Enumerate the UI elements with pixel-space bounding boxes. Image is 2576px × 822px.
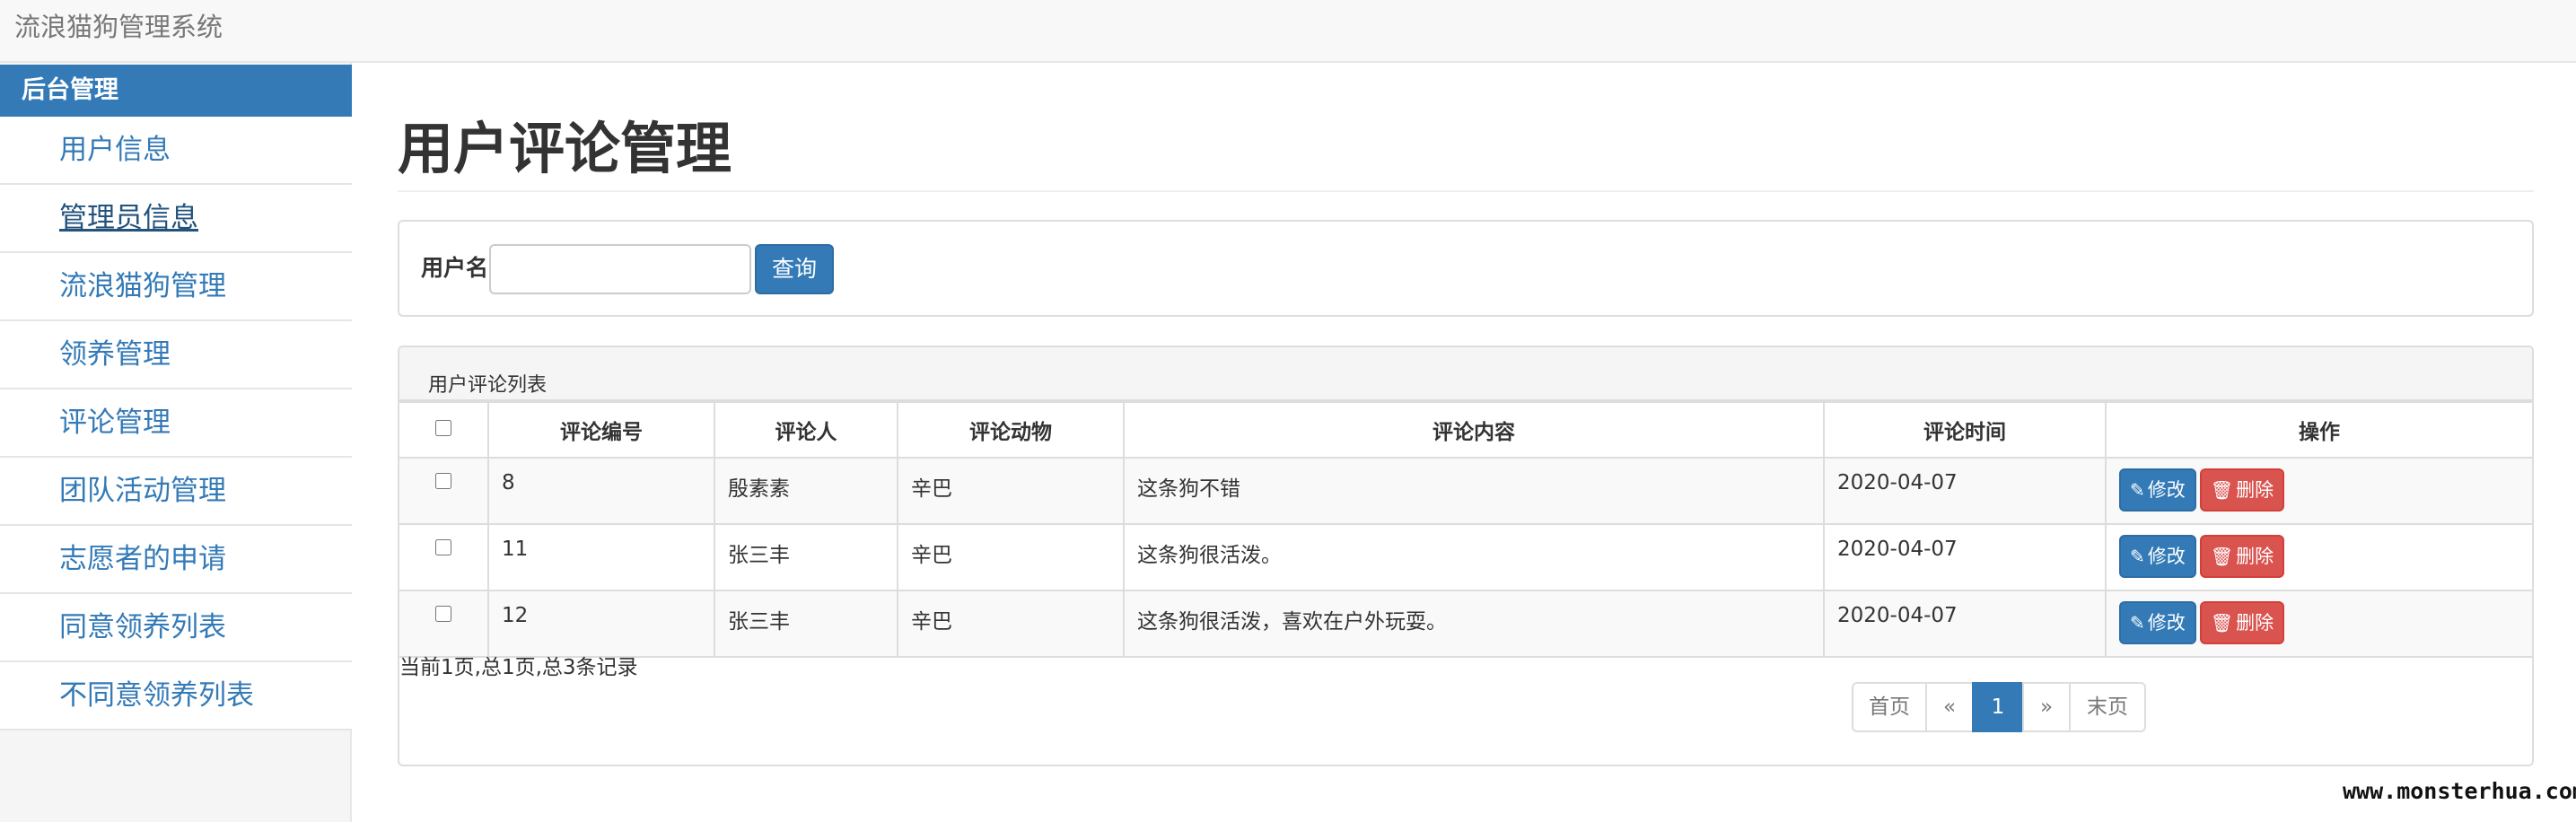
row-select-cell (399, 457, 489, 525)
sidebar-menu: 用户信息 管理员信息 流浪猫狗管理 领养管理 评论管理 团队活动管理 志愿者的申… (0, 117, 352, 730)
trash-icon: 🗑 (2210, 479, 2234, 501)
edit-label: 修改 (2147, 479, 2186, 501)
sidebar-item-rejected-adoptions[interactable]: 不同意领养列表 (0, 662, 352, 730)
page-title: 用户评论管理 (398, 116, 732, 181)
records-summary: 当前1页,总1页,总3条记录 (399, 656, 638, 679)
top-navbar: 流浪猫狗管理系统 (0, 0, 2576, 63)
sidebar-item-adoption[interactable]: 领养管理 (0, 321, 352, 389)
edit-label: 修改 (2147, 612, 2186, 634)
row-checkbox[interactable] (435, 539, 451, 555)
pencil-icon: ✎ (2130, 546, 2145, 567)
sidebar: 后台管理 用户信息 管理员信息 流浪猫狗管理 领养管理 评论管理 团队活动管理 … (0, 63, 352, 822)
delete-label: 删除 (2236, 612, 2274, 634)
pagination-last[interactable]: 末页 (2069, 682, 2146, 732)
pencil-icon: ✎ (2130, 479, 2145, 501)
cell-id: 8 (487, 457, 715, 525)
delete-button[interactable]: 🗑 删除 (2199, 535, 2285, 578)
cell-actions: ✎ 修改 🗑 删除 (2105, 590, 2532, 658)
cell-id: 12 (487, 590, 715, 658)
select-all-header (399, 401, 489, 459)
cell-animal: 辛巴 (897, 590, 1125, 658)
column-header-user[interactable]: 评论人 (714, 401, 898, 459)
cell-content: 这条狗很活泼，喜欢在户外玩耍。 (1123, 590, 1825, 658)
username-label: 用户名 (421, 255, 489, 281)
delete-button[interactable]: 🗑 删除 (2199, 601, 2285, 644)
edit-button[interactable]: ✎ 修改 (2119, 535, 2196, 578)
delete-label: 删除 (2236, 546, 2274, 567)
column-header-content[interactable]: 评论内容 (1123, 401, 1825, 459)
query-button[interactable]: 查询 (755, 244, 834, 294)
cell-animal: 辛巴 (897, 457, 1125, 525)
panel-heading: 用户评论列表 (399, 347, 2532, 401)
trash-icon: 🗑 (2210, 612, 2234, 634)
search-panel: 用户名 查询 (398, 220, 2534, 317)
cell-user: 张三丰 (714, 523, 898, 591)
edit-button[interactable]: ✎ 修改 (2119, 468, 2196, 512)
pagination-current-page[interactable]: 1 (1972, 682, 2024, 732)
sidebar-item-approved-adoptions[interactable]: 同意领养列表 (0, 594, 352, 662)
comment-table: 评论编号 评论人 评论动物 评论内容 评论时间 操作 8 殷素素 辛巴 这条狗不… (399, 401, 2532, 658)
sidebar-item-user-info[interactable]: 用户信息 (0, 117, 352, 185)
cell-content: 这条狗不错 (1123, 457, 1825, 525)
row-checkbox[interactable] (435, 606, 451, 622)
cell-time: 2020-04-07 (1823, 523, 2107, 591)
column-header-time[interactable]: 评论时间 (1823, 401, 2107, 459)
cell-id: 11 (487, 523, 715, 591)
app-brand[interactable]: 流浪猫狗管理系统 (14, 9, 223, 45)
comment-list-panel: 用户评论列表 评论编号 评论人 评论动物 评论内容 评论时间 操作 8 殷素素 … (398, 345, 2534, 766)
edit-label: 修改 (2147, 546, 2186, 567)
sidebar-item-comments[interactable]: 评论管理 (0, 389, 352, 458)
sidebar-heading: 后台管理 (0, 65, 352, 117)
row-select-cell (399, 523, 489, 591)
pagination-next[interactable]: » (2022, 682, 2071, 732)
cell-animal: 辛巴 (897, 523, 1125, 591)
table-header-row: 评论编号 评论人 评论动物 评论内容 评论时间 操作 (399, 401, 2532, 459)
username-search-input[interactable] (489, 244, 751, 294)
cell-actions: ✎ 修改 🗑 删除 (2105, 523, 2532, 591)
panel-title: 用户评论列表 (428, 374, 548, 397)
delete-button[interactable]: 🗑 删除 (2199, 468, 2285, 512)
cell-content: 这条狗很活泼。 (1123, 523, 1825, 591)
sidebar-item-admin-info[interactable]: 管理员信息 (0, 185, 352, 253)
column-header-actions: 操作 (2105, 401, 2532, 459)
table-row: 12 张三丰 辛巴 这条狗很活泼，喜欢在户外玩耍。 2020-04-07 ✎ 修改… (399, 590, 2532, 658)
row-checkbox[interactable] (435, 473, 451, 489)
sidebar-item-stray-animals[interactable]: 流浪猫狗管理 (0, 253, 352, 321)
trash-icon: 🗑 (2210, 546, 2234, 567)
page-header: 用户评论管理 (398, 108, 2534, 192)
pencil-icon: ✎ (2130, 612, 2145, 634)
delete-label: 删除 (2236, 479, 2274, 501)
cell-actions: ✎ 修改 🗑 删除 (2105, 457, 2532, 525)
sidebar-item-team-activities[interactable]: 团队活动管理 (0, 458, 352, 526)
table-row: 8 殷素素 辛巴 这条狗不错 2020-04-07 ✎ 修改 🗑 删除 (399, 457, 2532, 525)
cell-user: 张三丰 (714, 590, 898, 658)
sidebar-item-volunteer-applications[interactable]: 志愿者的申请 (0, 526, 352, 594)
pagination-prev[interactable]: « (1925, 682, 1974, 732)
column-header-id[interactable]: 评论编号 (487, 401, 715, 459)
column-header-animal[interactable]: 评论动物 (897, 401, 1125, 459)
table-row: 11 张三丰 辛巴 这条狗很活泼。 2020-04-07 ✎ 修改 🗑 删除 (399, 523, 2532, 591)
row-select-cell (399, 590, 489, 658)
cell-time: 2020-04-07 (1823, 457, 2107, 525)
select-all-checkbox[interactable] (435, 420, 451, 436)
pagination: 首页 « 1 » 末页 (1852, 682, 2146, 732)
edit-button[interactable]: ✎ 修改 (2119, 601, 2196, 644)
cell-time: 2020-04-07 (1823, 590, 2107, 658)
pagination-first[interactable]: 首页 (1852, 682, 1927, 732)
cell-user: 殷素素 (714, 457, 898, 525)
watermark: www.monsterhua.com (2343, 778, 2576, 804)
